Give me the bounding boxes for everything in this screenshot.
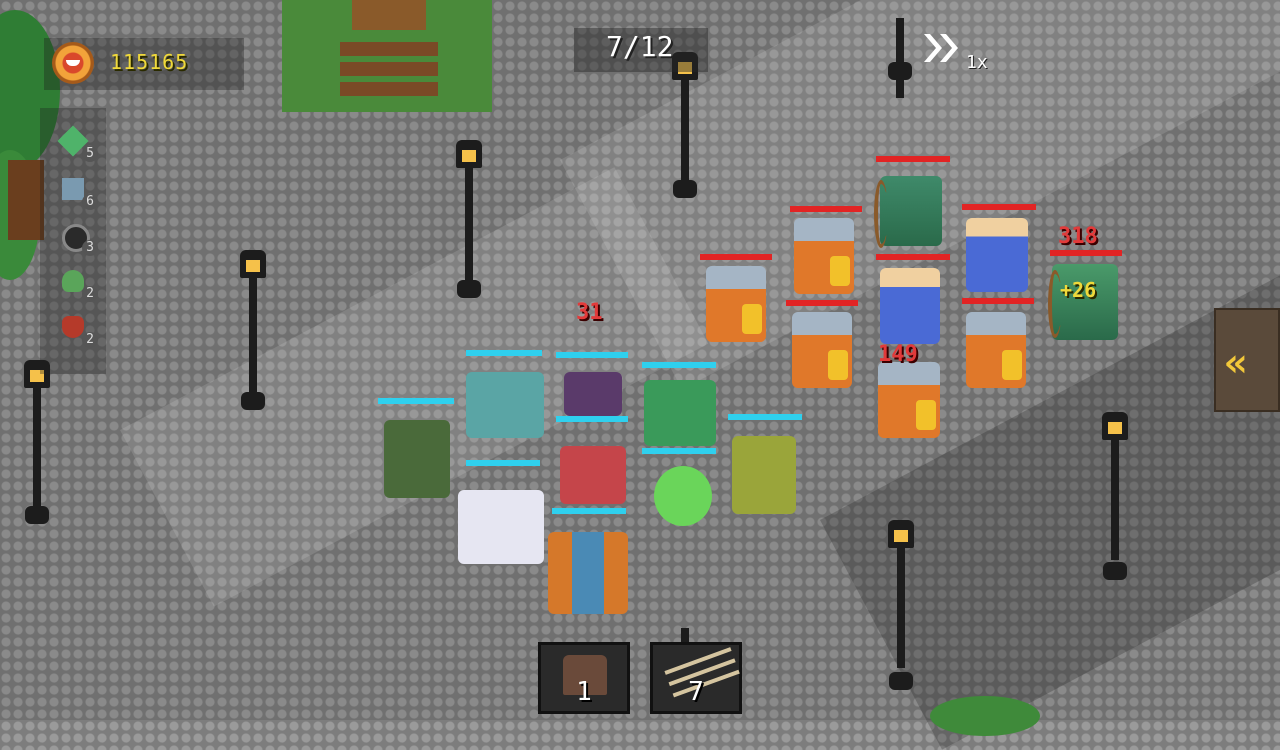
enemy-knight[interactable] (706, 266, 766, 342)
enemy-hp-bar (790, 206, 862, 212)
wooden-crate (8, 160, 44, 240)
street-lamp (454, 140, 484, 320)
armor-card[interactable]: 1 (538, 642, 630, 714)
inventory-count: 2 (82, 286, 98, 302)
street-lamp (1100, 412, 1130, 592)
inventory-item[interactable]: 2 (60, 266, 100, 310)
ally-slime[interactable] (654, 466, 712, 526)
enemy-knight[interactable] (794, 218, 854, 294)
ally-hp-bar (552, 508, 626, 514)
ally-ghoul[interactable] (644, 380, 716, 446)
enemy-knight[interactable] (878, 362, 940, 438)
fast-forward-icon[interactable] (922, 30, 972, 66)
street-lamp (886, 520, 916, 700)
goblin-skull-icon (62, 270, 84, 292)
damage-number: 31 (576, 300, 603, 325)
ally-hp-bar (556, 416, 628, 422)
inventory-item[interactable]: 3 (60, 220, 100, 264)
bush (930, 696, 1040, 736)
ally-imp[interactable] (564, 372, 622, 416)
ally-hp-bar (642, 362, 716, 368)
enemy-hp-bar (786, 300, 858, 306)
ally-sorcerer[interactable] (548, 532, 628, 614)
monster-coin-icon (52, 42, 94, 84)
enemy-hp-bar (700, 254, 772, 260)
enemy-hp-bar (962, 298, 1034, 304)
enemy-hp-bar (876, 156, 950, 162)
street-lamp (670, 52, 700, 212)
enemy-knight[interactable] (792, 312, 852, 388)
ally-hp-bar (466, 350, 542, 356)
inventory-count: 5 (82, 146, 98, 162)
gold-amount: 115165 (110, 50, 189, 74)
street-lamp (22, 360, 52, 540)
ally-treant[interactable] (732, 436, 796, 514)
ally-hp-bar (728, 414, 802, 420)
wave-counter: 7/12 (606, 30, 674, 63)
arrows-card[interactable]: 7 (650, 642, 742, 714)
inventory-count: 2 (82, 332, 98, 348)
ally-yeti[interactable] (458, 490, 544, 564)
card-count: 1 (576, 677, 592, 707)
ally-hp-bar (466, 460, 540, 466)
ally-hp-bar (642, 448, 716, 454)
enemy-archer[interactable] (874, 176, 942, 248)
damage-number: 149 (878, 342, 918, 367)
inventory-item[interactable]: 2 (60, 312, 100, 356)
enemy-knight[interactable] (966, 312, 1026, 388)
ally-gargoyle[interactable] (466, 372, 544, 438)
blue-shard-icon (62, 178, 84, 200)
street-lamp (238, 250, 268, 430)
enemy-hp-bar (1050, 250, 1122, 256)
inventory-item[interactable]: 5 (57, 125, 100, 170)
ally-hp-bar (556, 352, 628, 358)
heal-number: +26 (1060, 278, 1097, 302)
enemy-archer[interactable] (1048, 264, 1118, 340)
inventory-count: 3 (82, 240, 98, 256)
ally-medusa[interactable] (560, 446, 626, 504)
ally-hp-bar (378, 398, 454, 404)
inventory-item[interactable]: 6 (60, 174, 100, 218)
enemy-hp-bar (962, 204, 1036, 210)
arrow-bundle-icon (664, 647, 732, 675)
double-chevron-left-icon: « (1224, 340, 1249, 386)
speed-label[interactable]: 1x (966, 52, 988, 73)
card-count: 7 (688, 677, 704, 707)
enemy-priest[interactable] (880, 268, 940, 344)
damage-number: 318 (1058, 224, 1098, 249)
side-panel-toggle-button[interactable]: « (1214, 308, 1280, 412)
enemy-hp-bar (876, 254, 950, 260)
inventory-count: 6 (82, 194, 98, 210)
street-lamp (885, 0, 915, 100)
ally-swamp-beast[interactable] (384, 420, 450, 498)
wooden-stage (282, 0, 492, 112)
demon-mask-icon (62, 316, 84, 338)
enemy-priest[interactable] (966, 218, 1028, 292)
